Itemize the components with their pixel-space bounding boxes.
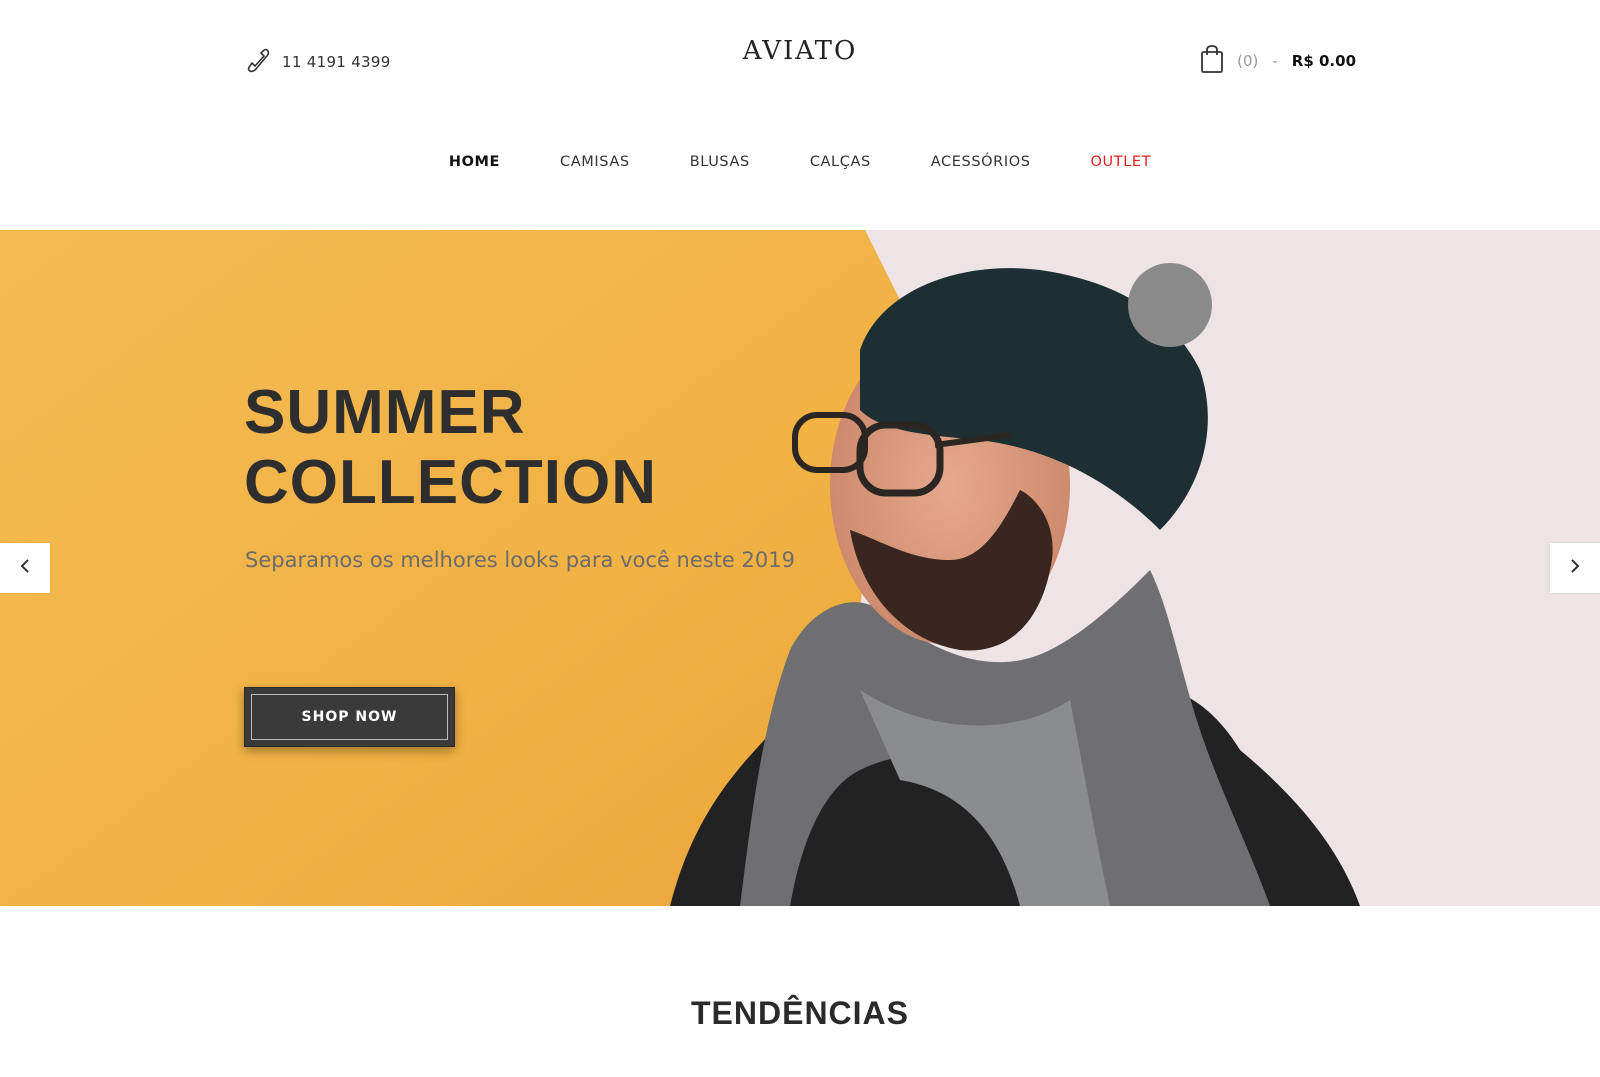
section-title-tendencias: TENDÊNCIAS — [690, 995, 909, 1031]
nav-item-acessorios[interactable]: ACESSÓRIOS — [901, 150, 1061, 174]
nav-item-home[interactable]: HOME — [419, 150, 530, 174]
hero-subtitle: Separamos os melhores looks para você ne… — [245, 548, 795, 572]
shop-now-label: SHOP NOW — [251, 694, 448, 740]
slider-next-button[interactable] — [1550, 543, 1600, 593]
nav-item-blusas[interactable]: BLUSAS — [660, 150, 780, 174]
cart-count: (0) — [1237, 52, 1259, 70]
nav-item-outlet[interactable]: OUTLET — [1061, 150, 1182, 174]
nav-item-camisas[interactable]: CAMISAS — [530, 150, 660, 174]
hero-headline: SUMMER COLLECTION — [244, 378, 657, 518]
hero-headline-line2: COLLECTION — [244, 448, 657, 517]
hero-background-image — [0, 230, 1600, 906]
site-header: 11 4191 4399 AVIATO (0) - R$ 0.00 HOME C… — [0, 0, 1600, 170]
hero-slider: SUMMER COLLECTION Separamos os melhores … — [0, 230, 1600, 906]
main-nav: HOME CAMISAS BLUSAS CALÇAS ACESSÓRIOS OU… — [0, 150, 1600, 174]
logo-text: AVIATO — [742, 36, 858, 66]
cart-total: R$ 0.00 — [1291, 52, 1356, 70]
shop-now-button[interactable]: SHOP NOW — [244, 687, 455, 747]
site-logo[interactable]: AVIATO — [0, 36, 1600, 66]
chevron-left-icon — [17, 558, 33, 578]
hero-headline-line1: SUMMER — [244, 378, 526, 447]
cart-summary[interactable]: (0) - R$ 0.00 — [1199, 44, 1356, 78]
chevron-right-icon — [1567, 558, 1583, 578]
cart-separator: - — [1272, 52, 1278, 70]
shopping-bag-icon — [1199, 44, 1225, 78]
slider-prev-button[interactable] — [0, 543, 50, 593]
nav-item-calcas[interactable]: CALÇAS — [780, 150, 901, 174]
